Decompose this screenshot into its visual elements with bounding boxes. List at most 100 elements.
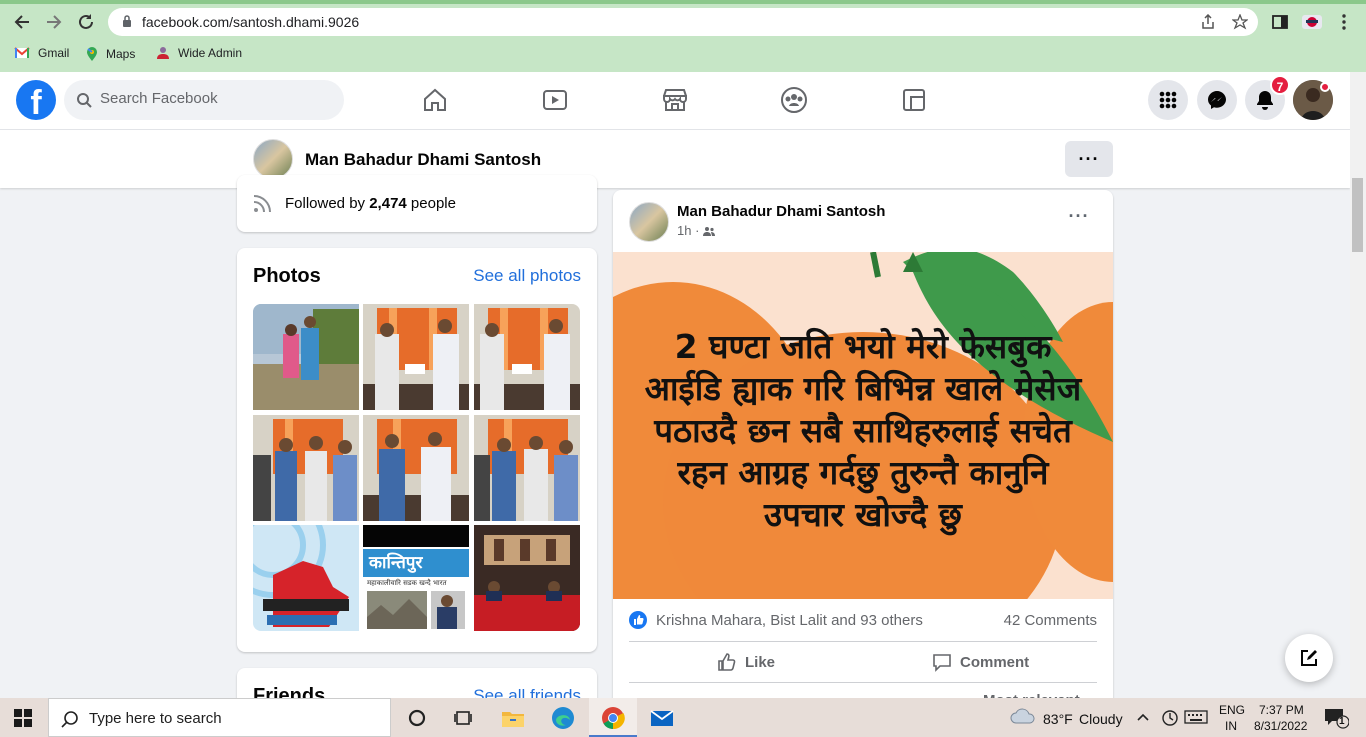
gmail-icon: [14, 47, 30, 58]
photo-thumbnail[interactable]: [363, 304, 469, 410]
side-panel-icon[interactable]: [1268, 10, 1292, 34]
photo-thumbnail[interactable]: [253, 525, 359, 631]
bookmark-maps[interactable]: Maps: [86, 46, 135, 62]
profile-avatar[interactable]: [253, 139, 293, 179]
photo-thumbnail[interactable]: [474, 415, 580, 521]
clock-date[interactable]: 8/31/2022: [1254, 719, 1307, 733]
post-meta: 1h ·: [677, 223, 716, 238]
post-author-name[interactable]: Man Bahadur Dhami Santosh: [677, 203, 885, 220]
scrollbar-thumb[interactable]: [1352, 178, 1363, 252]
like-label: Like: [745, 653, 776, 671]
marketplace-icon[interactable]: [661, 86, 689, 114]
windows-taskbar: Type here to search 83°F Cloudy ENG IN 7…: [0, 698, 1366, 737]
task-view-icon[interactable]: [451, 705, 477, 731]
weather-desc[interactable]: Cloudy: [1079, 711, 1123, 727]
home-icon[interactable]: [421, 86, 449, 114]
reactions-text[interactable]: Krishna Mahara, Bist Lalit and 93 others: [656, 612, 923, 629]
like-button[interactable]: Like: [717, 652, 775, 672]
address-bar[interactable]: facebook.com/santosh.dhami.9026: [108, 8, 1258, 36]
menu-kebab-icon[interactable]: [1332, 10, 1356, 34]
chrome-icon[interactable]: [600, 705, 626, 731]
cloud-sync-icon[interactable]: [1160, 708, 1180, 728]
photo-thumbnail[interactable]: [363, 415, 469, 521]
new-message-button[interactable]: [1285, 634, 1333, 682]
grid-icon: [1159, 91, 1177, 109]
post-time[interactable]: 1h ·: [677, 223, 699, 238]
notification-badge: 7: [1270, 75, 1290, 95]
back-icon[interactable]: [10, 10, 34, 34]
comment-label: Comment: [960, 653, 1030, 671]
star-icon[interactable]: [1231, 13, 1249, 30]
action-center-count: 1: [1339, 716, 1345, 727]
browser-chrome: facebook.com/santosh.dhami.9026 Gmail Ma…: [0, 0, 1366, 72]
photo-thumbnail[interactable]: [253, 415, 359, 521]
search-input[interactable]: [100, 90, 330, 107]
reactions-row: Krishna Mahara, Bist Lalit and 93 others…: [629, 610, 1097, 632]
post-options-button[interactable]: ···: [1064, 206, 1094, 230]
search-box[interactable]: [64, 80, 344, 120]
wide-admin-icon: [157, 47, 169, 59]
clock-time[interactable]: 7:37 PM: [1259, 703, 1304, 717]
like-reaction-icon: [629, 611, 647, 629]
chevron-up-icon[interactable]: [1135, 707, 1151, 727]
post-image[interactable]: 2 घण्टा जति भयो मेरो फेसबुक आईडि ह्याक ग…: [613, 252, 1113, 599]
menu-grid-button[interactable]: [1148, 80, 1188, 120]
compose-icon: [1301, 650, 1317, 666]
share-icon[interactable]: [1200, 13, 1216, 30]
logo-letter: f: [30, 84, 42, 120]
taskbar-search[interactable]: Type here to search: [48, 698, 391, 737]
profile-more-button[interactable]: ···: [1065, 141, 1113, 177]
bookmark-label: Maps: [106, 47, 136, 61]
groups-icon[interactable]: [780, 86, 808, 114]
watch-icon[interactable]: [541, 86, 569, 114]
bell-icon: [1257, 91, 1273, 110]
search-icon: [61, 710, 79, 732]
facebook-logo[interactable]: f: [16, 80, 56, 120]
post-author-avatar[interactable]: [629, 202, 669, 242]
photo-thumbnail[interactable]: [253, 304, 359, 410]
bookmark-wide-admin[interactable]: Wide Admin: [156, 46, 242, 60]
photos-card: Photos See all photos कान्तिपुर महाकालीव…: [237, 248, 597, 652]
action-center-icon[interactable]: [1323, 707, 1350, 729]
page-scrollbar[interactable]: [1350, 72, 1366, 698]
reload-icon[interactable]: [74, 10, 98, 34]
language-bottom[interactable]: IN: [1225, 719, 1237, 733]
weather-cloud-icon[interactable]: [1010, 707, 1036, 733]
forward-icon[interactable]: [42, 10, 66, 34]
rss-icon: [253, 193, 273, 218]
taskbar-search-placeholder[interactable]: Type here to search: [89, 710, 222, 727]
bookmark-gmail[interactable]: Gmail: [14, 46, 69, 60]
comments-count[interactable]: 42 Comments: [1004, 612, 1097, 629]
gaming-icon[interactable]: [900, 86, 928, 114]
file-explorer-icon[interactable]: [500, 705, 526, 731]
search-icon: [76, 92, 92, 113]
lock-icon[interactable]: [122, 15, 132, 33]
cortana-icon[interactable]: [404, 705, 430, 731]
intro-card: Followed by 2,474 people: [237, 175, 597, 232]
photo-thumbnail[interactable]: [474, 525, 580, 631]
comment-button[interactable]: Comment: [932, 652, 1029, 672]
profile-name[interactable]: Man Bahadur Dhami Santosh: [305, 150, 541, 170]
bookmarks-bar: Gmail Maps Wide Admin: [0, 42, 1366, 66]
messenger-icon: [1208, 91, 1226, 109]
followers-count: 2,474: [369, 195, 407, 212]
edge-icon[interactable]: [550, 705, 576, 731]
mail-icon[interactable]: [649, 705, 675, 731]
divider: [629, 682, 1097, 683]
keyboard-icon[interactable]: [1184, 709, 1208, 727]
language-top[interactable]: ENG: [1219, 703, 1245, 717]
profile-sticky-header: Man Bahadur Dhami Santosh ···: [0, 130, 1350, 188]
photo-thumbnail[interactable]: [474, 304, 580, 410]
comment-icon: [933, 654, 951, 672]
url-text[interactable]: facebook.com/santosh.dhami.9026: [142, 14, 359, 30]
see-all-photos-link[interactable]: See all photos: [473, 266, 581, 286]
photo-thumbnail[interactable]: कान्तिपुर महाकालीवारि सडक खन्दै भारत: [363, 525, 469, 631]
thumbs-up-icon: [718, 653, 736, 671]
messenger-button[interactable]: [1197, 80, 1237, 120]
windows-start-icon[interactable]: [14, 709, 32, 732]
profile-icon[interactable]: [1300, 10, 1324, 34]
kantipur-headline: महाकालीवारि सडक खन्दै भारत: [367, 579, 447, 587]
bookmark-label: Gmail: [38, 46, 70, 60]
divider: [629, 641, 1097, 642]
weather-temp[interactable]: 83°F: [1043, 711, 1073, 727]
